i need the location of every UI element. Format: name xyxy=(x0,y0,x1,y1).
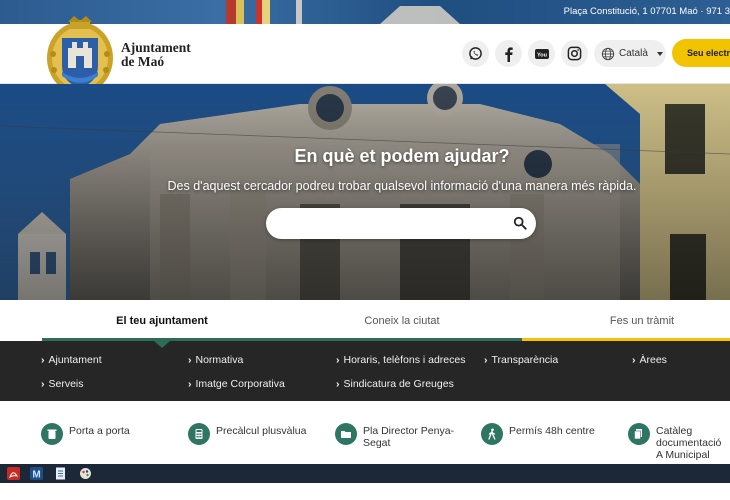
mail-client-icon[interactable]: M xyxy=(30,467,43,480)
search-icon[interactable] xyxy=(513,216,527,230)
facebook-button[interactable] xyxy=(495,40,522,67)
quick-link-pla-director[interactable]: Pla Director Penya-Segat xyxy=(335,423,460,449)
quick-link-precalcul-plusvalua[interactable]: Precàlcul plusvàlua xyxy=(188,423,307,445)
paint-app-icon[interactable] xyxy=(79,467,92,480)
menu-item-horaris[interactable]: Horaris, telèfons i adreces xyxy=(336,354,466,366)
tab-label: Coneix la ciutat xyxy=(364,314,440,327)
quick-links: Porta a porta Precàlcul plusvàlua Pla Di… xyxy=(0,401,730,464)
document-icon[interactable] xyxy=(54,467,67,480)
youtube-icon: You xyxy=(534,48,549,59)
page-bottom-strip xyxy=(0,483,730,500)
youtube-button[interactable]: You xyxy=(528,40,555,67)
menu-item-transparencia[interactable]: Transparència xyxy=(484,354,559,366)
brand-line-2: de Maó xyxy=(121,54,165,69)
quick-link-porta-a-porta[interactable]: Porta a porta xyxy=(41,423,130,445)
os-taskbar: M xyxy=(0,464,730,483)
language-selector[interactable]: Català xyxy=(594,40,666,67)
chevron-down-icon xyxy=(656,51,663,56)
search-box xyxy=(266,208,536,239)
recycle-bin-icon xyxy=(41,423,63,445)
menu-item-serveis[interactable]: Serveis xyxy=(41,378,84,390)
building-top-decoration xyxy=(380,6,460,24)
svg-text:You: You xyxy=(537,52,547,58)
address-text: Plaça Constitució, 1 07701 Maó · 971 3 xyxy=(563,6,730,17)
hero-section: En què et podem ajudar? Des d'aquest cer… xyxy=(0,84,730,300)
menu-item-imatge-corporativa[interactable]: Imatge Corporativa xyxy=(188,378,285,390)
quick-link-label: Catàleg documentació A Municipal xyxy=(656,425,722,461)
folder-icon xyxy=(335,423,357,445)
tab-label: Fes un tràmit xyxy=(609,314,675,327)
section-tabs: El teu ajuntament Coneix la ciutat Fes u… xyxy=(0,300,730,341)
quick-link-label: Pla Director Penya-Segat xyxy=(363,425,455,449)
tab-el-teu-ajuntament[interactable]: El teu ajuntament xyxy=(42,300,282,341)
quick-link-cataleg-documentacio[interactable]: Catàleg documentació A Municipal xyxy=(628,423,728,461)
quick-link-permis-48h[interactable]: Permís 48h centre xyxy=(481,423,595,445)
tab-label: El teu ajuntament xyxy=(116,314,208,327)
quick-link-label: Permís 48h centre xyxy=(509,425,595,437)
instagram-icon xyxy=(567,46,582,61)
seu-electronica-label: Seu electrònica xyxy=(687,48,730,58)
site-header: Ajuntament de Maó You Català Seu electr xyxy=(0,16,730,94)
globe-icon xyxy=(601,47,615,60)
menu-item-normativa[interactable]: Normativa xyxy=(188,354,244,366)
quick-link-label: Precàlcul plusvàlua xyxy=(216,425,307,437)
whatsapp-button[interactable] xyxy=(462,40,489,67)
tab-fes-un-tramit[interactable]: Fes un tràmit xyxy=(522,300,730,341)
facebook-icon xyxy=(504,46,513,62)
instagram-button[interactable] xyxy=(561,40,588,67)
quick-link-label: Porta a porta xyxy=(69,425,130,437)
svg-text:M: M xyxy=(32,470,40,481)
brand-name[interactable]: Ajuntament de Maó xyxy=(121,41,191,69)
documents-icon xyxy=(628,423,650,445)
language-label: Català xyxy=(619,48,648,59)
brand-line-1: Ajuntament xyxy=(121,40,191,55)
pdf-reader-icon[interactable] xyxy=(7,467,20,480)
menu-item-arees[interactable]: Àrees xyxy=(632,354,667,366)
calculator-icon xyxy=(188,423,210,445)
flags-decoration xyxy=(226,0,302,24)
hero-title: En què et podem ajudar? xyxy=(294,146,510,166)
tab-coneix-la-ciutat[interactable]: Coneix la ciutat xyxy=(282,300,522,341)
hero-subtitle: Des d'aquest cercador podreu trobar qual… xyxy=(167,179,637,193)
walking-person-icon xyxy=(481,423,503,445)
menu-item-ajuntament[interactable]: Ajuntament xyxy=(41,354,102,366)
whatsapp-icon xyxy=(469,47,482,60)
active-tab-pointer xyxy=(154,341,170,348)
seu-electronica-button[interactable]: Seu electrònica xyxy=(672,39,730,67)
menu-item-sindicatura[interactable]: Sindicatura de Greuges xyxy=(336,378,454,390)
search-input[interactable] xyxy=(266,208,496,239)
submenu-panel: Ajuntament Normativa Horaris, telèfons i… xyxy=(0,341,730,401)
